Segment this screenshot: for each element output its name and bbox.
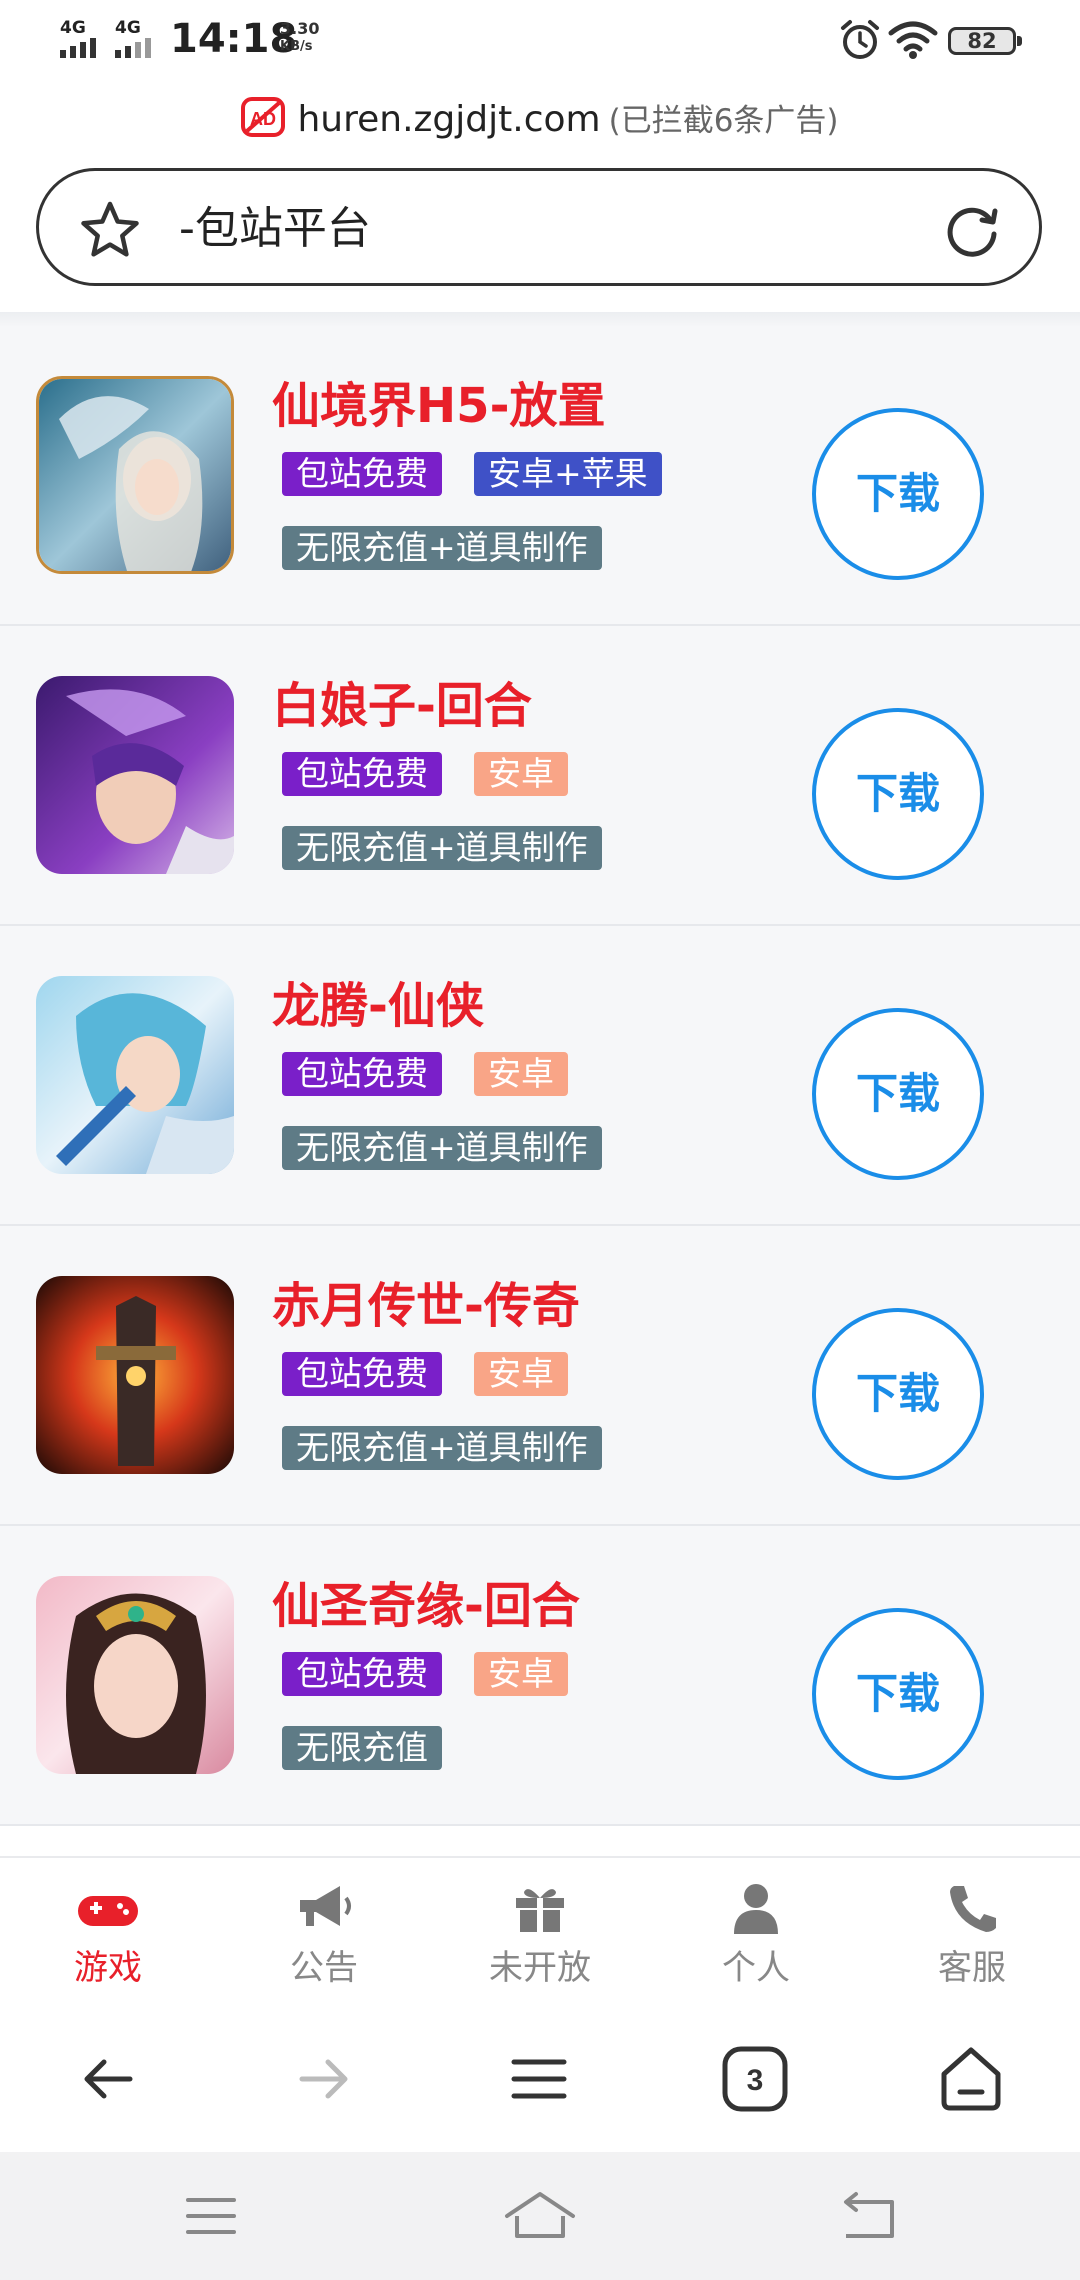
game-icon[interactable] — [36, 376, 234, 574]
user-icon — [734, 1884, 778, 1934]
game-artwork — [36, 976, 234, 1174]
game-title[interactable]: 龙腾-仙侠 — [272, 966, 484, 1036]
battery-indicator: 82 — [948, 27, 1022, 55]
tag-platform: 安卓 — [474, 1352, 568, 1396]
tab-profile[interactable]: 个人 — [666, 1882, 846, 1992]
tab-not-open[interactable]: 未开放 — [450, 1882, 630, 1992]
net-speed-unit: KB/s — [280, 39, 313, 54]
net-speed: 3.30 KB/s — [280, 20, 319, 56]
tabs-icon: 3 — [722, 2046, 788, 2112]
bottom-tab-bar: 游戏 公告 未开放 个人 客服 — [0, 1856, 1080, 2008]
menu-icon — [511, 2059, 567, 2099]
system-back-button[interactable] — [832, 2186, 906, 2246]
tag-platform: 安卓+苹果 — [474, 452, 662, 496]
download-button[interactable]: 下载 — [812, 708, 984, 880]
tag-free: 包站免费 — [282, 1052, 442, 1096]
tag-free: 包站免费 — [282, 1652, 442, 1696]
gamepad-icon — [78, 1896, 138, 1926]
megaphone-icon — [300, 1886, 351, 1926]
page-url: huren.zgjdjt.com — [297, 99, 601, 140]
tag-feature: 无限充值+道具制作 — [282, 1126, 602, 1170]
signal-icon-2 — [115, 38, 151, 58]
game-title[interactable]: 仙圣奇缘-回合 — [272, 1566, 580, 1636]
download-button[interactable]: 下载 — [812, 408, 984, 580]
tag-feature: 无限充值 — [282, 1726, 442, 1770]
wifi-icon — [888, 21, 938, 59]
tab-label: 未开放 — [489, 1948, 591, 1988]
game-row: 白娘子-回合 包站免费 安卓 无限充值+道具制作 下载 — [0, 626, 1080, 926]
tabs-button[interactable]: 3 — [718, 2042, 792, 2116]
net-speed-value: 3.30 — [280, 19, 320, 38]
tag-platform: 安卓 — [474, 752, 568, 796]
game-title[interactable]: 白娘子-回合 — [272, 666, 532, 736]
system-home-icon — [505, 2192, 575, 2238]
game-artwork — [36, 1576, 234, 1774]
divider — [0, 312, 1080, 326]
download-button[interactable]: 下载 — [812, 1608, 984, 1780]
network-type-1: 4G — [60, 18, 86, 38]
back-button[interactable] — [72, 2042, 146, 2116]
game-icon[interactable] — [36, 676, 234, 874]
tag-feature: 无限充值+道具制作 — [282, 826, 602, 870]
tab-label: 公告 — [290, 1948, 358, 1988]
clock: 14:18 — [170, 16, 298, 62]
alarm-icon — [841, 20, 879, 59]
tab-label: 游戏 — [74, 1948, 142, 1988]
arrow-right-icon — [299, 2059, 348, 2099]
game-icon[interactable] — [36, 1576, 234, 1774]
tab-label: 个人 — [722, 1948, 790, 1988]
signal-icon-1 — [60, 38, 96, 58]
system-nav-bar — [0, 2152, 1080, 2280]
url-row[interactable]: AD huren.zgjdjt.com(已拦截6条广告) — [0, 92, 1080, 148]
tab-support[interactable]: 客服 — [882, 1882, 1062, 1992]
reload-icon[interactable] — [943, 203, 1001, 261]
menu-button[interactable] — [502, 2042, 576, 2116]
download-button[interactable]: 下载 — [812, 1308, 984, 1480]
phone-icon — [950, 1886, 996, 1932]
address-text[interactable]: -包站平台 — [179, 199, 371, 259]
system-back-icon — [844, 2192, 894, 2238]
ad-block-icon: AD — [241, 97, 286, 137]
tag-free: 包站免费 — [282, 1352, 442, 1396]
tab-games[interactable]: 游戏 — [18, 1882, 198, 1992]
tag-feature: 无限充值+道具制作 — [282, 526, 602, 570]
home-button[interactable] — [934, 2042, 1008, 2116]
game-icon[interactable] — [36, 976, 234, 1174]
tab-label: 客服 — [938, 1948, 1006, 1988]
gift-icon — [516, 1889, 564, 1932]
status-bar: 4G 4G 14:18 3.30 KB/s 82 — [0, 0, 1080, 80]
game-row: 赤月传世-传奇 包站免费 安卓 无限充值+道具制作 下载 — [0, 1226, 1080, 1526]
ads-blocked-count: (已拦截6条广告) — [608, 103, 839, 139]
game-artwork — [36, 676, 234, 874]
tag-free: 包站免费 — [282, 452, 442, 496]
game-row: 龙腾-仙侠 包站免费 安卓 无限充值+道具制作 下载 — [0, 926, 1080, 1226]
recent-apps-button[interactable] — [174, 2186, 248, 2246]
network-type-2: 4G — [115, 18, 141, 38]
game-title[interactable]: 赤月传世-传奇 — [272, 1266, 580, 1336]
tab-announcements[interactable]: 公告 — [234, 1882, 414, 1992]
tag-platform: 安卓 — [474, 1052, 568, 1096]
tab-count: 3 — [747, 2064, 764, 2097]
game-title[interactable]: 仙境界H5-放置 — [272, 366, 606, 436]
browser-toolbar: 3 — [0, 2006, 1080, 2152]
home-icon — [941, 2047, 1001, 2111]
system-home-button[interactable] — [503, 2186, 577, 2246]
download-button[interactable]: 下载 — [812, 1008, 984, 1180]
game-artwork — [39, 379, 231, 571]
tag-platform: 安卓 — [474, 1652, 568, 1696]
tag-free: 包站免费 — [282, 752, 442, 796]
star-icon[interactable] — [79, 199, 141, 261]
game-icon[interactable] — [36, 1276, 234, 1474]
recent-apps-icon — [186, 2198, 236, 2234]
game-list: 仙境界H5-放置 包站免费 安卓+苹果 无限充值+道具制作 下载 白娘子-回合 … — [0, 326, 1080, 1826]
forward-button[interactable] — [286, 2042, 360, 2116]
address-bar[interactable]: -包站平台 — [36, 168, 1042, 286]
tag-feature: 无限充值+道具制作 — [282, 1426, 602, 1470]
game-row: 仙境界H5-放置 包站免费 安卓+苹果 无限充值+道具制作 下载 — [0, 326, 1080, 626]
game-row: 仙圣奇缘-回合 包站免费 安卓 无限充值 下载 — [0, 1526, 1080, 1826]
arrow-left-icon — [84, 2059, 133, 2099]
game-artwork — [36, 1276, 234, 1474]
